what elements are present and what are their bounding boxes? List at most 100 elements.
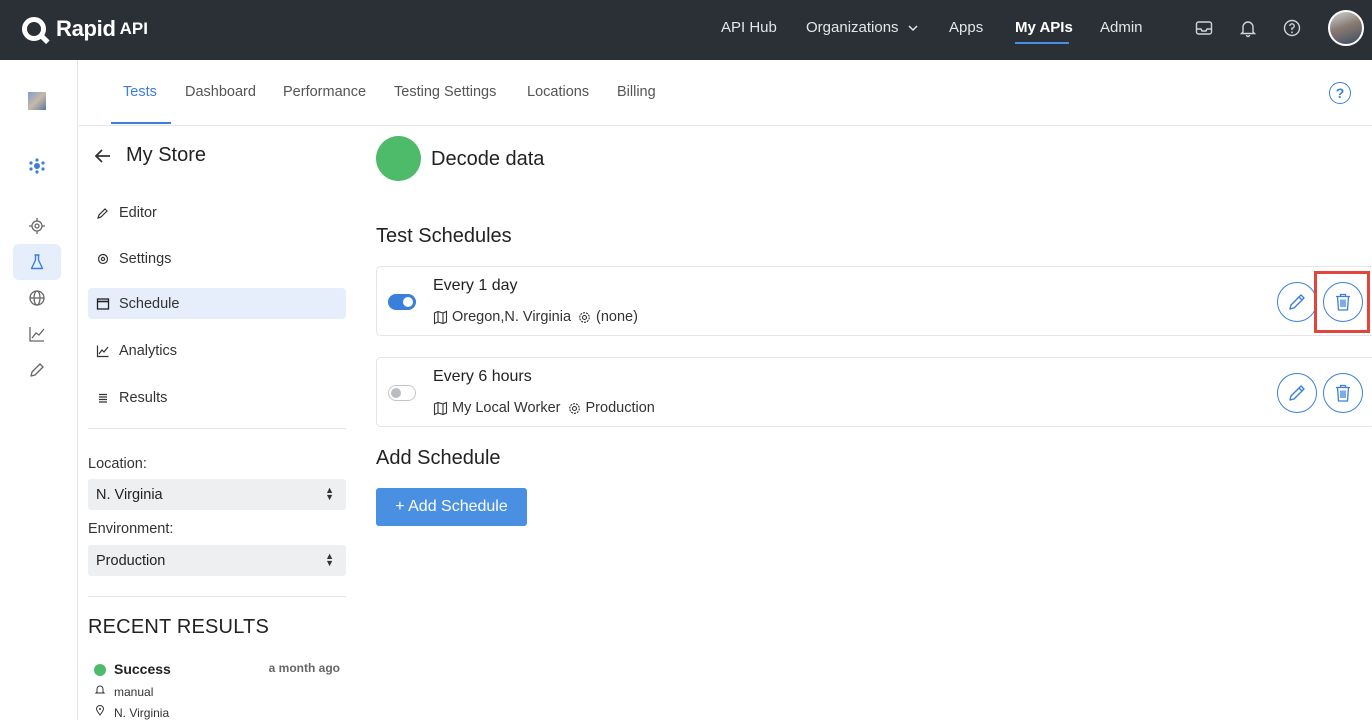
edit-schedule-button[interactable] — [1277, 373, 1317, 413]
divider — [88, 596, 346, 597]
tab-locations[interactable]: Locations — [527, 84, 589, 100]
tab-dashboard[interactable]: Dashboard — [185, 84, 256, 100]
highlight-annotation — [1314, 271, 1370, 333]
user-avatar[interactable] — [1328, 10, 1364, 46]
top-navbar: Rapid API API Hub Organizations Apps My … — [0, 0, 1372, 60]
select-caret-icon: ▲ ▼ — [325, 485, 334, 502]
location-value: N. Virginia — [96, 486, 163, 503]
rail-hub[interactable] — [13, 148, 61, 184]
menu-results-label: Results — [119, 389, 168, 406]
divider — [88, 428, 346, 429]
location-select[interactable]: N. Virginia ▲ ▼ — [88, 479, 346, 510]
schedule-environment: (none) — [596, 309, 638, 325]
test-status-indicator — [376, 136, 421, 181]
menu-settings[interactable]: Settings — [88, 243, 346, 274]
target-icon — [29, 218, 45, 234]
globe-icon — [29, 290, 45, 306]
gear-icon — [97, 253, 109, 264]
store-title: My Store — [126, 144, 207, 166]
success-dot-icon — [94, 664, 106, 676]
schedule-meta: My Local Worker Production — [433, 400, 655, 416]
nav-active-indicator — [1015, 42, 1069, 44]
network-icon — [29, 158, 45, 174]
result-status[interactable]: Success — [114, 661, 171, 677]
schedule-locations: Oregon,N. Virginia — [452, 309, 572, 325]
tab-testing-settings[interactable]: Testing Settings — [394, 84, 496, 100]
tab-billing[interactable]: Billing — [617, 84, 656, 100]
environment-value: Production — [96, 552, 166, 569]
nav-admin[interactable]: Admin — [1100, 19, 1143, 36]
schedule-card: Every 1 day Oregon,N. Virginia (none) — [376, 266, 1372, 336]
chart-line-icon — [96, 345, 109, 357]
workspace-avatar[interactable] — [28, 92, 46, 110]
result-location: N. Virginia — [114, 706, 170, 720]
chart-line-icon — [29, 327, 45, 342]
main-content: Decode data Test Schedules Every 1 day O… — [376, 126, 1372, 720]
logo-icon — [22, 17, 46, 41]
schedule-toggle[interactable] — [388, 294, 416, 310]
add-schedule-button[interactable]: + Add Schedule — [376, 488, 527, 526]
logo-text: Rapid — [56, 16, 116, 41]
pencil-icon — [97, 207, 108, 219]
nav-my-apis[interactable]: My APIs — [1015, 19, 1073, 36]
result-trigger: manual — [114, 685, 154, 699]
menu-schedule[interactable]: Schedule — [88, 288, 346, 319]
pencil-icon — [1289, 385, 1305, 401]
rail-overview[interactable] — [13, 208, 61, 244]
rail-tests[interactable] — [13, 244, 61, 280]
toggle-knob — [391, 388, 401, 398]
delete-schedule-button[interactable] — [1323, 373, 1363, 413]
flask-icon — [30, 254, 44, 270]
schedule-meta: Oregon,N. Virginia (none) — [433, 309, 638, 325]
schedule-environment: Production — [585, 400, 655, 416]
menu-settings-label: Settings — [119, 250, 172, 267]
help-icon[interactable] — [1282, 18, 1302, 38]
list-icon — [99, 393, 107, 403]
nav-organizations-label: Organizations — [806, 19, 899, 36]
left-rail — [0, 60, 78, 720]
menu-results[interactable]: Results — [88, 382, 346, 413]
rail-analytics[interactable] — [13, 316, 61, 352]
environment-select[interactable]: Production ▲ ▼ — [88, 545, 346, 576]
tab-tests[interactable]: Tests — [123, 84, 157, 100]
map-icon — [433, 401, 448, 416]
rapidapi-logo[interactable]: Rapid API — [22, 14, 148, 44]
menu-analytics-label: Analytics — [119, 342, 178, 359]
chevron-down-icon — [908, 25, 918, 32]
edit-schedule-button[interactable] — [1277, 282, 1317, 322]
test-name: Decode data — [431, 148, 545, 170]
rail-editor[interactable] — [13, 352, 61, 388]
location-pin-icon — [95, 705, 105, 716]
environment-label: Environment: — [88, 521, 174, 537]
result-time: a month ago — [268, 661, 340, 675]
schedule-card: Every 6 hours My Local Worker Production — [376, 357, 1372, 427]
nav-apps[interactable]: Apps — [949, 19, 983, 36]
test-schedules-title: Test Schedules — [376, 225, 512, 247]
tab-performance[interactable]: Performance — [283, 84, 366, 100]
inbox-icon[interactable] — [1194, 18, 1214, 38]
schedule-toggle[interactable] — [388, 385, 416, 401]
calendar-icon — [96, 297, 110, 310]
rail-locations[interactable] — [13, 280, 61, 316]
menu-editor[interactable]: Editor — [88, 197, 346, 228]
tabs-bar: Tests Dashboard Performance Testing Sett… — [79, 60, 1372, 126]
schedule-title: Every 6 hours — [433, 368, 532, 385]
logo-suffix: API — [119, 19, 148, 38]
nav-api-hub[interactable]: API Hub — [721, 19, 777, 36]
trash-icon — [1336, 384, 1350, 402]
recent-results-title: RECENT RESULTS — [88, 616, 269, 638]
test-sidebar: My Store Editor Settings Schedule Analyt… — [88, 126, 346, 720]
add-schedule-title: Add Schedule — [376, 447, 501, 469]
gear-icon — [577, 310, 592, 325]
select-caret-icon: ▲ ▼ — [325, 551, 334, 568]
bell-icon[interactable] — [1238, 18, 1258, 38]
location-label: Location: — [88, 456, 147, 472]
bell-icon — [95, 685, 105, 694]
menu-schedule-label: Schedule — [119, 295, 180, 312]
menu-editor-label: Editor — [119, 204, 157, 221]
help-circle-icon[interactable]: ? — [1329, 82, 1351, 104]
arrow-left-icon[interactable] — [92, 146, 114, 166]
nav-organizations[interactable]: Organizations — [806, 19, 919, 36]
toggle-knob — [403, 297, 413, 307]
menu-analytics[interactable]: Analytics — [88, 335, 346, 366]
